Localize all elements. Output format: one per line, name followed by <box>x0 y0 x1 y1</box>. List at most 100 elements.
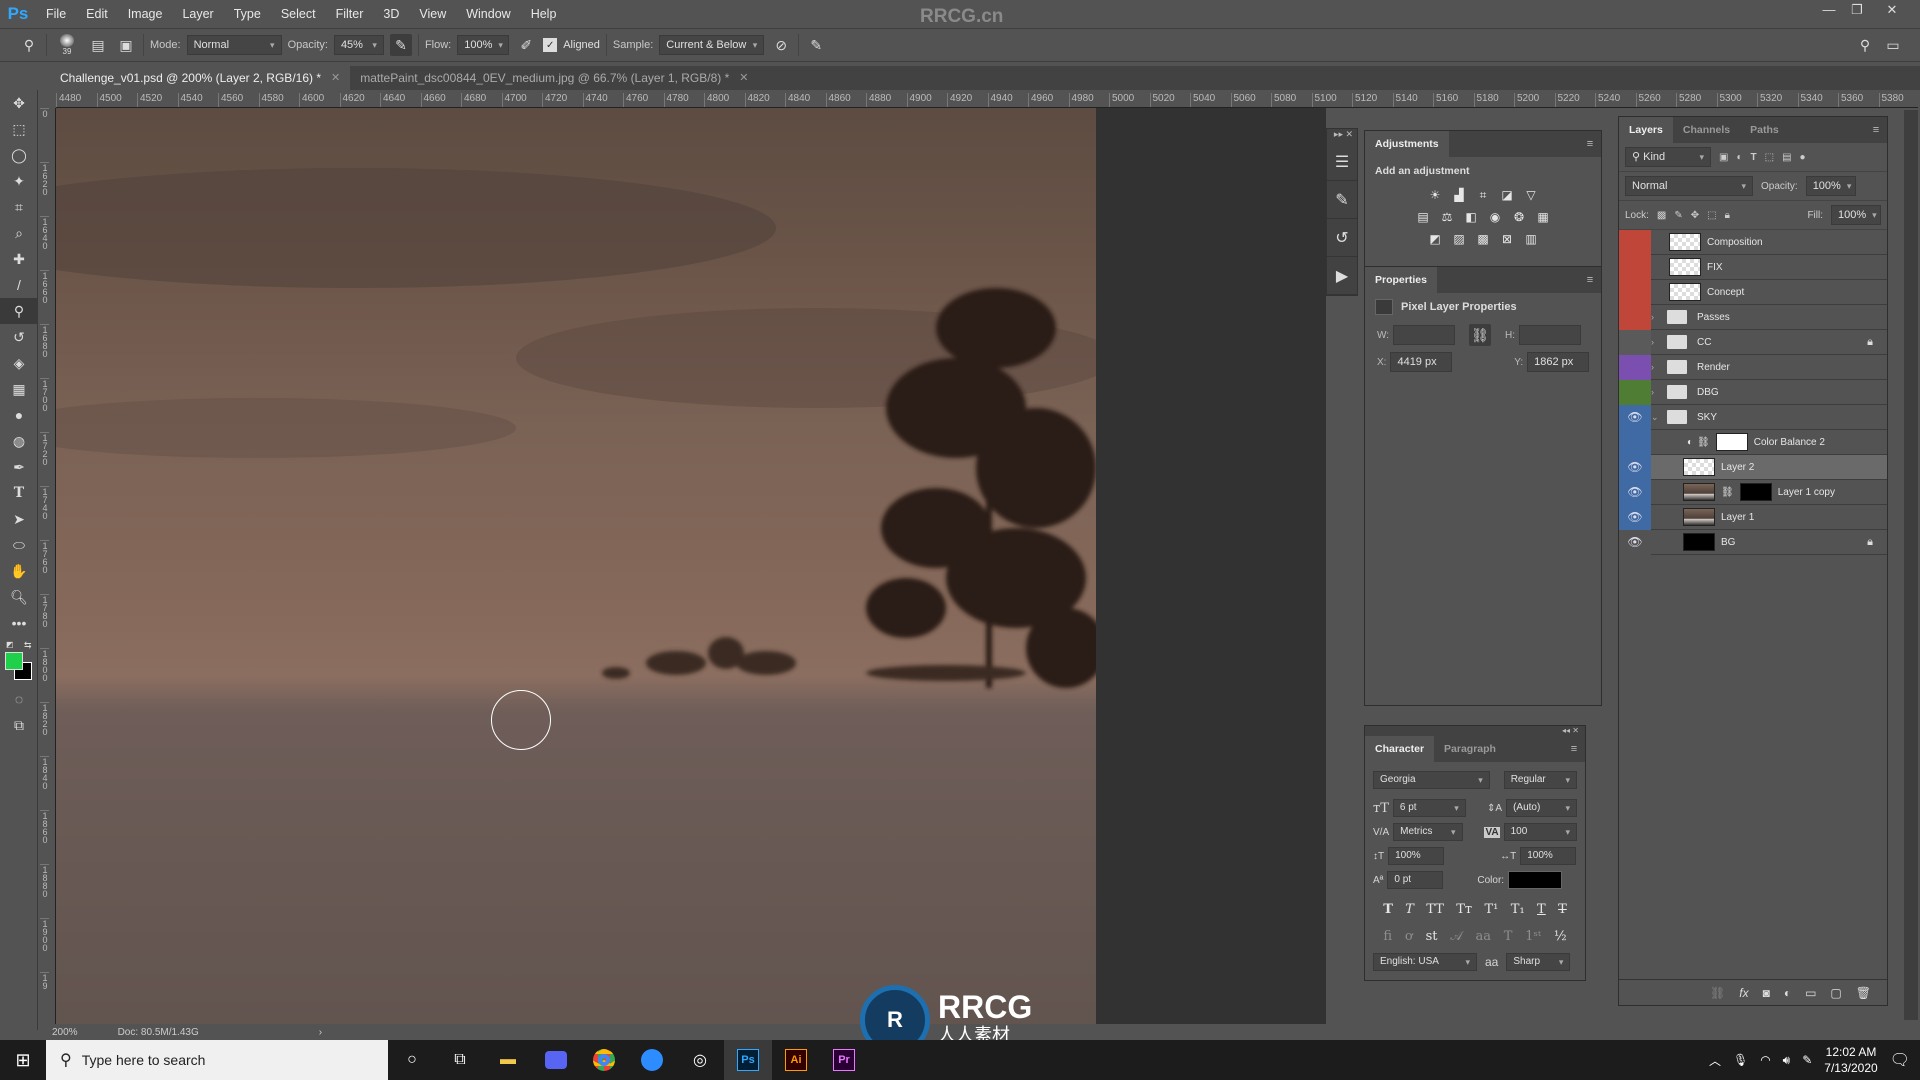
history-brush-tool[interactable]: ↺ <box>0 324 38 350</box>
kerning-field[interactable]: Metrics ▾ <box>1393 823 1463 841</box>
more-tools-icon[interactable]: ••• <box>0 610 38 636</box>
height-field[interactable] <box>1519 325 1582 345</box>
layer-thumbnail[interactable] <box>1715 433 1748 451</box>
restore-button[interactable]: ❐ <box>1843 0 1871 22</box>
eraser-tool[interactable]: ◈ <box>0 350 38 376</box>
panel-menu-icon[interactable]: ≡ <box>1563 736 1585 762</box>
menu-view[interactable]: View <box>409 7 456 21</box>
filter-type-icon[interactable]: T <box>1751 152 1757 163</box>
selective-color-icon[interactable]: ⊠ <box>1498 231 1516 247</box>
zoom-tool[interactable]: 🔍︎ <box>0 584 38 610</box>
layer-row[interactable]: ◐ ⛓ Color Balance 2 <box>1619 429 1887 455</box>
menu-file[interactable]: File <box>36 7 76 21</box>
ignore-adjustment-layers-icon[interactable]: ⊘ <box>770 34 792 56</box>
airbrush-icon[interactable]: ✐ <box>515 34 537 56</box>
filter-adjustment-icon[interactable]: ◐ <box>1736 152 1742 163</box>
stylistic-alternates-icon[interactable]: aa <box>1475 929 1491 944</box>
tracking-field[interactable]: 100 ▾ <box>1503 823 1577 841</box>
eye-icon[interactable]: 👁︎ <box>1619 454 1651 480</box>
vertical-scale-field[interactable]: 100% <box>1388 847 1445 865</box>
chevron-right-icon[interactable]: › <box>1651 312 1663 322</box>
pressure-size-icon[interactable]: ✎ <box>805 34 827 56</box>
tab-mattepaint[interactable]: mattePaint_dsc00844_0EV_medium.jpg @ 66.… <box>350 66 758 90</box>
foreground-color-swatch[interactable] <box>5 652 23 670</box>
screen-mode-icon[interactable]: ⧉ <box>0 712 38 738</box>
layer-row[interactable]: › CC 🔒︎ <box>1619 329 1887 355</box>
close-icon[interactable]: ✕ <box>331 66 340 90</box>
notifications-icon[interactable]: 🗨︎ <box>1890 1050 1910 1070</box>
brush-settings-icon[interactable]: ▤ <box>87 34 109 56</box>
new-group-icon[interactable]: ▭ <box>1805 986 1816 1000</box>
crop-tool[interactable]: ⌗ <box>0 194 38 220</box>
menu-edit[interactable]: Edit <box>76 7 118 21</box>
faux-bold-icon[interactable]: T <box>1383 902 1393 917</box>
link-icon[interactable]: ⛓ <box>1721 487 1734 498</box>
microphone-icon[interactable]: 🎙︎ <box>1733 1053 1748 1067</box>
leading-field[interactable]: (Auto) ▾ <box>1506 799 1577 817</box>
swash-icon[interactable]: 𝒜 <box>1450 929 1462 944</box>
clock[interactable]: 12:02 AM 7/13/2020 <box>1824 1044 1877 1076</box>
ellipse-tool[interactable]: ⬭ <box>0 532 38 558</box>
ordinals-icon[interactable]: 1ˢᵗ <box>1525 929 1541 944</box>
antialias-select[interactable]: Sharp ▾ <box>1506 953 1571 971</box>
lock-artboard-icon[interactable]: ⬚ <box>1707 210 1716 221</box>
zoom-app-icon[interactable] <box>628 1040 676 1080</box>
tab-paths[interactable]: Paths <box>1740 117 1789 143</box>
status-expand-icon[interactable]: › <box>319 1027 322 1038</box>
pressure-opacity-icon[interactable]: ✎ <box>389 34 412 56</box>
subscript-icon[interactable]: T₁ <box>1511 902 1525 917</box>
layer-row[interactable]: FIX <box>1619 254 1887 280</box>
workspace-icon[interactable]: ▭ <box>1882 34 1904 56</box>
hand-tool[interactable]: ✋ <box>0 558 38 584</box>
layer-thumbnail[interactable] <box>1669 283 1701 301</box>
pen-icon[interactable]: ✎ <box>1802 1053 1812 1067</box>
layer-opacity-field[interactable]: 100% ▾ <box>1805 176 1856 196</box>
layer-row[interactable]: Concept <box>1619 279 1887 305</box>
mode-select[interactable]: Normal ▾ <box>186 35 282 55</box>
lasso-tool[interactable]: ◯ <box>0 142 38 168</box>
history-panel-icon[interactable]: ↺ <box>1327 219 1357 257</box>
document-canvas[interactable] <box>56 108 1096 1024</box>
chevron-right-icon[interactable]: › <box>1651 362 1663 372</box>
premiere-taskbar-icon[interactable]: Pr <box>820 1040 868 1080</box>
default-colors-icon[interactable]: ◩ <box>6 640 14 649</box>
layer-row[interactable]: 👁︎ ⛓ Layer 1 copy <box>1619 479 1887 505</box>
faux-italic-icon[interactable]: T <box>1405 902 1414 917</box>
type-tool[interactable]: T <box>0 480 38 506</box>
levels-icon[interactable]: ▟ <box>1450 187 1468 203</box>
layer-row[interactable]: 👁︎ Layer 1 <box>1619 504 1887 530</box>
horizontal-scale-field[interactable]: 100% <box>1520 847 1577 865</box>
exposure-icon[interactable]: ◪ <box>1498 187 1516 203</box>
opacity-field[interactable]: 45% ▾ <box>333 35 384 55</box>
layer-thumbnail[interactable] <box>1683 508 1715 526</box>
minimize-button[interactable]: — <box>1815 0 1843 22</box>
eye-icon[interactable]: 👁︎ <box>1619 504 1651 530</box>
menu-select[interactable]: Select <box>271 7 326 21</box>
brushes-panel-icon[interactable]: ✎ <box>1327 181 1357 219</box>
gradient-tool[interactable]: ▦ <box>0 376 38 402</box>
lock-all-icon[interactable]: 🔒︎ <box>1725 210 1730 221</box>
new-adjustment-icon[interactable]: ◐ <box>1784 986 1791 1000</box>
font-style-select[interactable]: Regular ▾ <box>1503 771 1577 789</box>
layer-thumbnail[interactable] <box>1669 258 1701 276</box>
threshold-icon[interactable]: ▩ <box>1474 231 1492 247</box>
close-icon[interactable]: ✕ <box>739 66 748 90</box>
new-layer-icon[interactable]: ▢ <box>1830 986 1841 1000</box>
visibility-toggle[interactable] <box>1619 379 1651 405</box>
baseline-shift-field[interactable]: 0 pt <box>1387 871 1444 889</box>
layer-mask-thumbnail[interactable] <box>1739 483 1772 501</box>
actions-panel-icon[interactable]: ▶ <box>1327 257 1357 295</box>
clone-stamp-tool[interactable]: ⚲ <box>0 298 38 324</box>
delete-layer-icon[interactable]: 🗑︎ <box>1856 986 1871 1000</box>
start-button[interactable]: ⊞ <box>0 1040 46 1080</box>
filter-toggle-icon[interactable]: ● <box>1800 152 1806 163</box>
swap-colors-icon[interactable]: ⇆ <box>24 640 32 651</box>
brightness-contrast-icon[interactable]: ☀ <box>1426 187 1444 203</box>
path-selection-tool[interactable]: ➤ <box>0 506 38 532</box>
strikethrough-icon[interactable]: T <box>1558 902 1567 917</box>
menu-window[interactable]: Window <box>456 7 520 21</box>
titling-icon[interactable]: T <box>1504 929 1513 944</box>
black-white-icon[interactable]: ◧ <box>1462 209 1480 225</box>
eye-icon[interactable]: 👁︎ <box>1619 529 1651 555</box>
link-icon[interactable]: ⛓ <box>1469 324 1492 346</box>
